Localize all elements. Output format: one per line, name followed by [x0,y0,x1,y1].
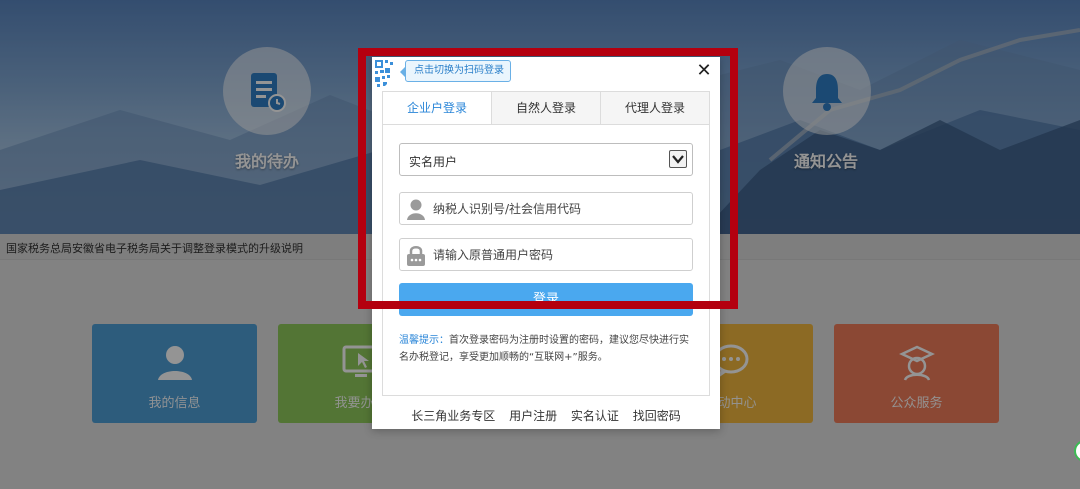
real-name-auth-link[interactable]: 实名认证 [571,409,619,423]
highlight-frame [358,48,738,309]
dialog-footer-links: 长三角业务专区 用户注册 实名认证 找回密码 [372,407,720,424]
yangtze-delta-link[interactable]: 长三角业务专区 [411,409,495,423]
register-link[interactable]: 用户注册 [509,409,557,423]
tip-title: 温馨提示： [399,335,449,346]
recover-password-link[interactable]: 找回密码 [633,409,681,423]
login-tip: 温馨提示：首次登录密码为注册时设置的密码，建议您尽快进行实名办税登记，享受更加顺… [399,332,695,366]
